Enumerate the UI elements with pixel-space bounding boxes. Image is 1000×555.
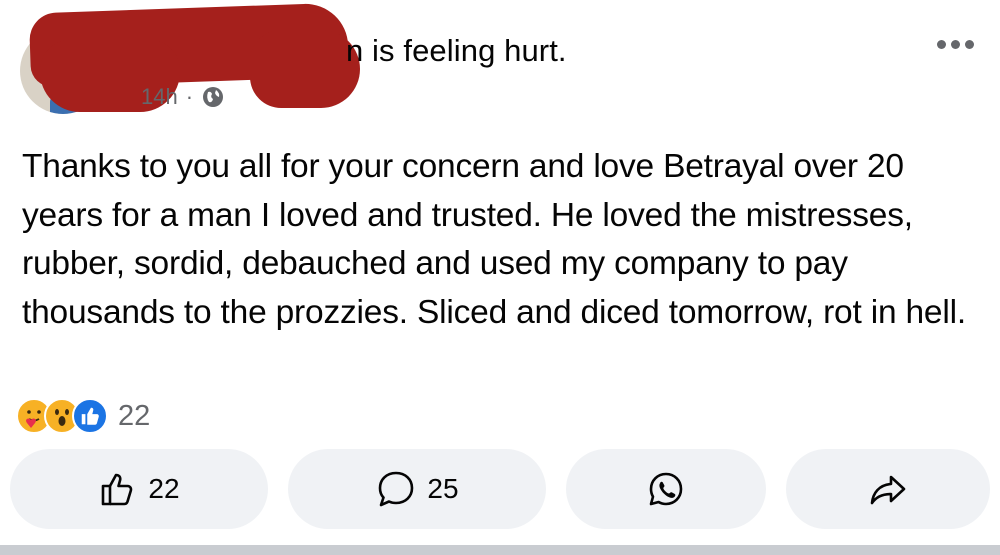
redaction-mark xyxy=(250,30,360,108)
post-meta: 14h · xyxy=(141,84,225,110)
post-time[interactable]: 14h xyxy=(141,84,178,110)
dot xyxy=(951,40,960,49)
whatsapp-icon xyxy=(646,469,686,509)
like-reaction-icon xyxy=(72,398,108,434)
reactions-summary[interactable]: 22 xyxy=(16,398,150,434)
reaction-count: 22 xyxy=(118,399,151,432)
comment-count: 25 xyxy=(427,473,459,504)
like-count: 22 xyxy=(148,473,180,504)
post-status: n is feeling hurt. xyxy=(346,33,567,68)
dot xyxy=(937,40,946,49)
whatsapp-share-button[interactable] xyxy=(566,449,766,529)
more-options-icon[interactable] xyxy=(937,40,974,49)
post-divider xyxy=(0,545,1000,555)
like-icon xyxy=(98,469,138,509)
comment-icon xyxy=(375,468,417,510)
post-card: n is feeling hurt. 14h · Thanks to you a… xyxy=(0,0,1000,555)
dot xyxy=(965,40,974,49)
meta-separator: · xyxy=(185,84,194,109)
like-button[interactable]: 22 xyxy=(10,449,268,529)
share-button[interactable] xyxy=(786,449,990,529)
globe-icon xyxy=(201,85,225,109)
post-body: Thanks to you all for your concern and l… xyxy=(22,148,966,331)
comment-button[interactable]: 25 xyxy=(288,449,546,529)
share-icon xyxy=(868,469,908,509)
action-bar: 22 25 xyxy=(10,449,990,529)
